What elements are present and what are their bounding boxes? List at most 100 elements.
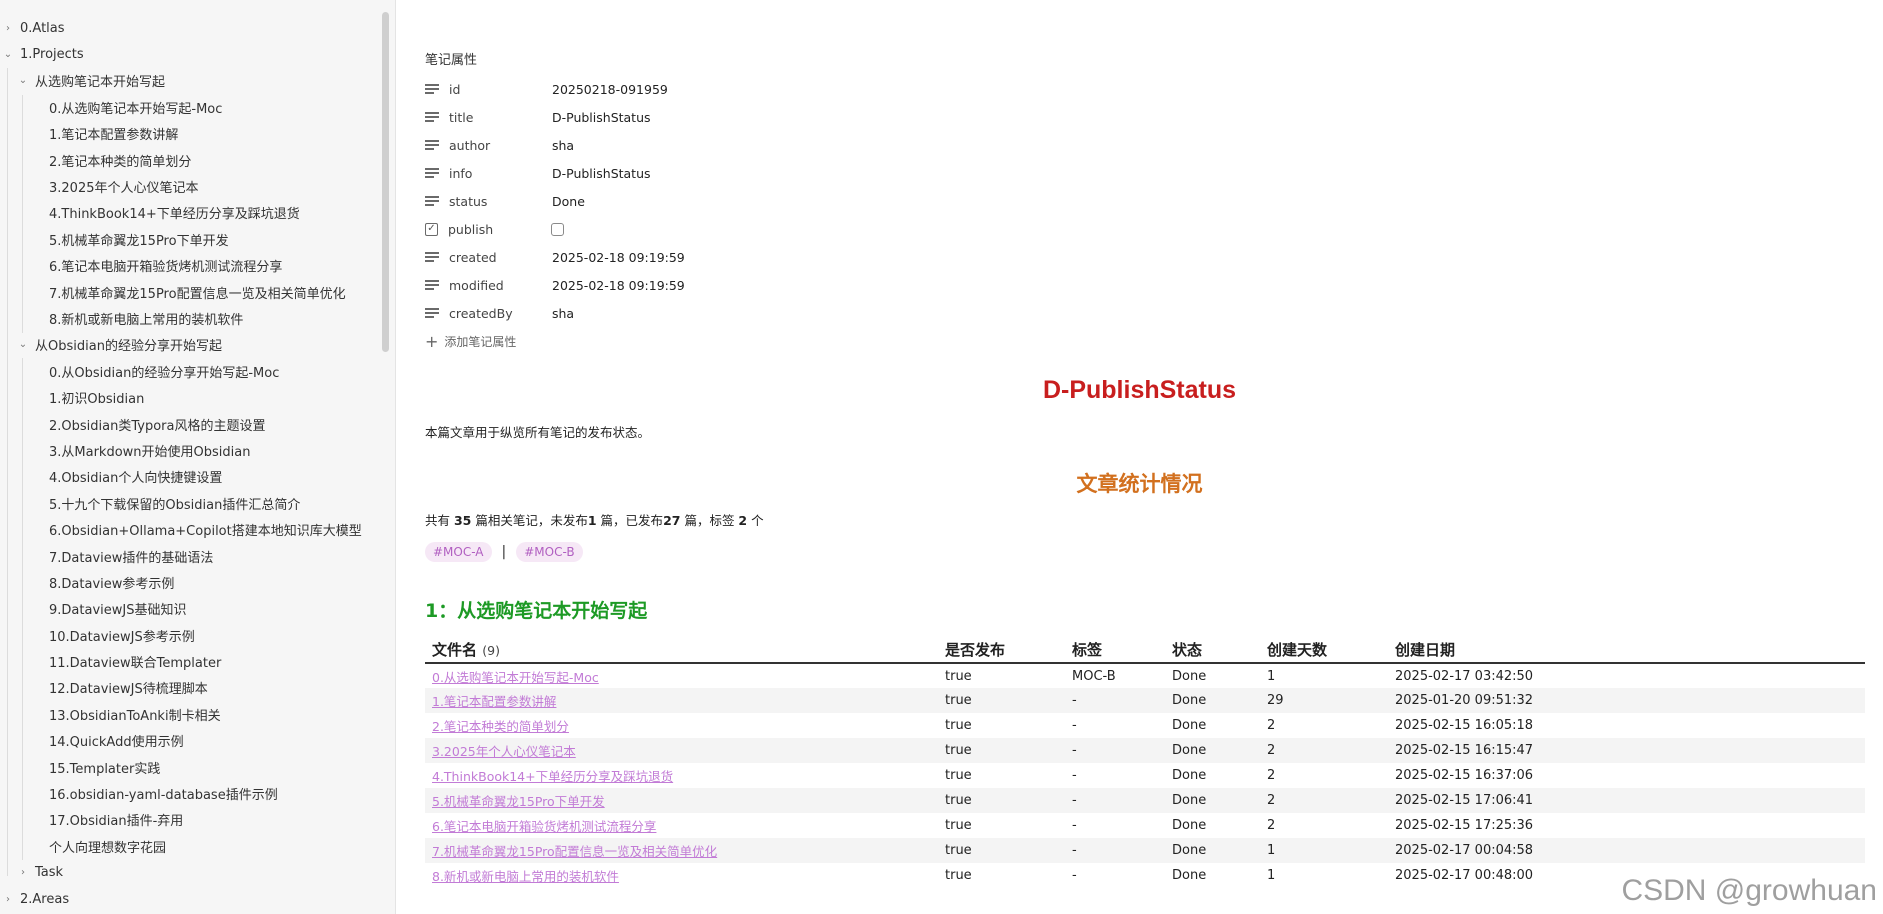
file-link[interactable]: 8.新机或新电脑上常用的装机软件 bbox=[425, 863, 938, 888]
header-tags[interactable]: 标签 bbox=[1065, 637, 1165, 664]
stats-text: 个 bbox=[747, 513, 764, 528]
chevron-down-icon[interactable]: ⌄ bbox=[17, 75, 29, 87]
tree-file[interactable]: 7.机械革命翼龙15Pro配置信息一览及相关简单优化 bbox=[0, 279, 395, 305]
cell-tags: - bbox=[1072, 768, 1077, 783]
tree-file[interactable]: 16.obsidian-yaml-database插件示例 bbox=[0, 780, 395, 806]
chevron-right-icon[interactable]: › bbox=[2, 22, 14, 34]
tree-file[interactable]: 3.2025年个人心仪笔记本 bbox=[0, 173, 395, 199]
cell-status: Done bbox=[1172, 668, 1207, 684]
tree-folder[interactable]: ⌄ 1.Projects bbox=[0, 41, 395, 67]
cell-published: true bbox=[938, 738, 1065, 763]
add-property-button[interactable]: + 添加笔记属性 bbox=[425, 333, 516, 350]
tree-folder[interactable]: ⌄ 从选购笔记本开始写起 bbox=[0, 68, 395, 94]
tree-file[interactable]: 13.ObsidianToAnki制卡相关 bbox=[0, 701, 395, 727]
stats-text: 篇相关笔记，未发布 bbox=[471, 513, 588, 528]
tag-list: #MOC-A | #MOC-B bbox=[425, 542, 583, 562]
property-row-modified[interactable]: modified 2025-02-18 09:19:59 bbox=[425, 271, 685, 299]
property-value[interactable]: 2025-02-18 09:19:59 bbox=[552, 278, 685, 293]
publish-checkbox[interactable] bbox=[551, 222, 564, 236]
tree-file[interactable]: 11.Dataview联合Templater bbox=[0, 648, 395, 674]
tree-file[interactable]: 15.Templater实践 bbox=[0, 754, 395, 780]
cell-status: Done bbox=[1172, 768, 1207, 783]
properties-list: id 20250218-091959 title D-PublishStatus aut… bbox=[425, 75, 685, 327]
chevron-right-icon[interactable]: › bbox=[2, 893, 14, 905]
property-value[interactable]: 2025-02-18 09:19:59 bbox=[552, 250, 685, 265]
property-value[interactable]: 20250218-091959 bbox=[552, 82, 668, 97]
header-status[interactable]: 状态 bbox=[1165, 637, 1260, 664]
tree-item-label: 1.笔记本配置参数讲解 bbox=[49, 128, 179, 144]
file-link[interactable]: 1.笔记本配置参数讲解 bbox=[425, 688, 938, 713]
property-row-title[interactable]: title D-PublishStatus bbox=[425, 103, 685, 131]
property-row-created[interactable]: created 2025-02-18 09:19:59 bbox=[425, 243, 685, 271]
tree-file[interactable]: 14.QuickAdd使用示例 bbox=[0, 728, 395, 754]
tree-file[interactable]: 5.十九个下载保留的Obsidian插件汇总简介 bbox=[0, 490, 395, 516]
cell-days: 2 bbox=[1267, 818, 1276, 833]
property-value[interactable]: Done bbox=[552, 194, 585, 209]
cell-days: 2 bbox=[1260, 738, 1388, 763]
tree-file[interactable]: 7.Dataview插件的基础语法 bbox=[0, 543, 395, 569]
tree-folder[interactable]: ⌄ 从Obsidian的经验分享开始写起 bbox=[0, 332, 395, 358]
property-row-status[interactable]: status Done bbox=[425, 187, 685, 215]
file-link[interactable]: 7.机械革命翼龙15Pro配置信息一览及相关简单优化 bbox=[425, 838, 938, 863]
tree-file[interactable]: 0.从Obsidian的经验分享开始写起-Moc bbox=[0, 358, 395, 384]
tree-file[interactable]: 8.新机或新电脑上常用的装机软件 bbox=[0, 305, 395, 331]
tree-file[interactable]: 12.DataviewJS待梳理脚本 bbox=[0, 675, 395, 701]
property-row-createdBy[interactable]: createdBy sha bbox=[425, 299, 685, 327]
chevron-right-icon[interactable]: › bbox=[17, 867, 29, 879]
tree-item-label: 个人向理想数字花园 bbox=[49, 840, 167, 856]
tree-item-label: 4.ThinkBook14+下单经历分享及踩坑退货 bbox=[49, 207, 300, 223]
property-key: id bbox=[449, 81, 461, 97]
file-link[interactable]: 6.笔记本电脑开箱验货烤机测试流程分享 bbox=[425, 813, 938, 838]
tree-file[interactable]: 9.DataviewJS基础知识 bbox=[0, 596, 395, 622]
file-link[interactable]: 3.2025年个人心仪笔记本 bbox=[425, 738, 938, 763]
cell-tags: - bbox=[1072, 868, 1077, 883]
chevron-down-icon[interactable]: ⌄ bbox=[17, 339, 29, 351]
lines-icon bbox=[425, 111, 439, 123]
tree-file[interactable]: 5.机械革命翼龙15Pro下单开发 bbox=[0, 226, 395, 252]
cell-published: true bbox=[945, 768, 972, 783]
header-days[interactable]: 创建天数 bbox=[1260, 637, 1388, 664]
property-value[interactable]: sha bbox=[552, 138, 574, 153]
tag-moc-b[interactable]: #MOC-B bbox=[516, 542, 583, 562]
cell-date: 2025-01-20 09:51:32 bbox=[1388, 688, 1865, 713]
property-row-info[interactable]: info D-PublishStatus bbox=[425, 159, 685, 187]
file-link[interactable]: 5.机械革命翼龙15Pro下单开发 bbox=[425, 788, 938, 813]
cell-tags: - bbox=[1065, 788, 1165, 813]
file-link[interactable]: 0.从选购笔记本开始写起-Moc bbox=[425, 663, 938, 688]
tree-file[interactable]: 6.Obsidian+Ollama+Copilot搭建本地知识库大模型 bbox=[0, 516, 395, 542]
tree-file[interactable]: 4.ThinkBook14+下单经历分享及踩坑退货 bbox=[0, 200, 395, 226]
tree-file[interactable]: 个人向理想数字花园 bbox=[0, 833, 395, 859]
tree-file[interactable]: 3.从Markdown开始使用Obsidian bbox=[0, 437, 395, 463]
tree-file[interactable]: 2.笔记本种类的简单划分 bbox=[0, 147, 395, 173]
tree-file[interactable]: 1.初识Obsidian bbox=[0, 384, 395, 410]
property-value[interactable]: sha bbox=[552, 306, 574, 321]
property-row-author[interactable]: author sha bbox=[425, 131, 685, 159]
file-link[interactable]: 2.笔记本种类的简单划分 bbox=[425, 713, 938, 738]
header-published[interactable]: 是否发布 bbox=[938, 637, 1065, 664]
tree-file[interactable]: 17.Obsidian插件-弃用 bbox=[0, 807, 395, 833]
header-date[interactable]: 创建日期 bbox=[1388, 637, 1865, 664]
cell-published: true bbox=[938, 688, 1065, 713]
sidebar-scrollbar[interactable] bbox=[382, 12, 389, 352]
file-link[interactable]: 4.ThinkBook14+下单经历分享及踩坑退货 bbox=[425, 763, 938, 788]
tree-file[interactable]: 0.从选购笔记本开始写起-Moc bbox=[0, 94, 395, 120]
tree-file[interactable]: 6.笔记本电脑开箱验货烤机测试流程分享 bbox=[0, 253, 395, 279]
tree-file[interactable]: 8.Dataview参考示例 bbox=[0, 569, 395, 595]
header-filename[interactable]: 文件名 (9) bbox=[425, 637, 938, 664]
tree-file[interactable]: 4.Obsidian个人向快捷键设置 bbox=[0, 464, 395, 490]
tree-folder[interactable]: › 2.Areas bbox=[0, 886, 395, 912]
chevron-down-icon[interactable]: ⌄ bbox=[2, 49, 14, 61]
tree-folder[interactable]: › 0.Atlas bbox=[0, 15, 395, 41]
property-row-id[interactable]: id 20250218-091959 bbox=[425, 75, 685, 103]
watermark: CSDN @growhuan bbox=[1621, 874, 1877, 907]
tree-file[interactable]: 10.DataviewJS参考示例 bbox=[0, 622, 395, 648]
cell-days: 1 bbox=[1260, 838, 1388, 863]
checkbox-icon: ✓ bbox=[425, 222, 438, 236]
property-row-publish[interactable]: ✓ publish bbox=[425, 215, 685, 243]
property-value[interactable]: D-PublishStatus bbox=[552, 166, 651, 181]
tree-file[interactable]: 2.Obsidian类Typora风格的主题设置 bbox=[0, 411, 395, 437]
tree-file[interactable]: 1.笔记本配置参数讲解 bbox=[0, 121, 395, 147]
tag-moc-a[interactable]: #MOC-A bbox=[425, 542, 492, 562]
tree-folder[interactable]: › Task bbox=[0, 860, 395, 886]
property-value[interactable]: D-PublishStatus bbox=[552, 110, 651, 125]
